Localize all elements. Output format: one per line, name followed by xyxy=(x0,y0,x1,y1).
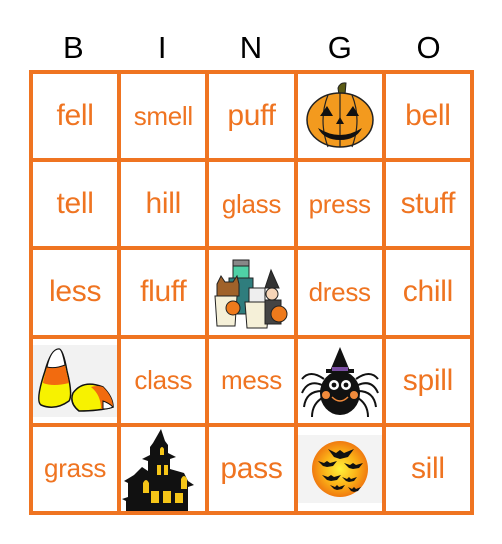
bingo-cell[interactable]: hill xyxy=(119,160,208,249)
header-letter-o: O xyxy=(416,30,441,65)
cell-word: fell xyxy=(56,99,94,133)
header-letter-g: G xyxy=(327,30,352,65)
bingo-cell[interactable]: spill xyxy=(383,336,472,425)
cell-word: chill xyxy=(402,275,453,309)
cell-word: sill xyxy=(410,451,445,485)
cell-word: tell xyxy=(56,187,94,221)
bingo-cell[interactable]: mess xyxy=(207,336,296,425)
bingo-cell[interactable] xyxy=(119,424,208,513)
bingo-cell[interactable]: puff xyxy=(207,72,296,161)
bingo-grid: fell smell puff bell tell hill glass pre… xyxy=(29,70,474,515)
bingo-cell[interactable]: less xyxy=(31,248,120,337)
header-letter-n: N xyxy=(239,30,263,65)
bingo-cell[interactable] xyxy=(295,336,384,425)
spider-witch-hat-icon xyxy=(300,346,379,417)
cell-word: class xyxy=(134,365,193,396)
bingo-cell[interactable]: class xyxy=(119,336,208,425)
bingo-cell[interactable] xyxy=(207,248,296,337)
bingo-cell[interactable]: sill xyxy=(383,424,472,513)
bingo-cell[interactable]: smell xyxy=(119,72,208,161)
bingo-cell[interactable] xyxy=(31,336,120,425)
bingo-header: B I N G O xyxy=(29,26,473,70)
cell-word: spill xyxy=(402,363,453,397)
bingo-cell[interactable]: grass xyxy=(31,424,120,513)
cell-word: bell xyxy=(405,99,451,133)
bingo-cell[interactable]: stuff xyxy=(383,160,472,249)
header-letter-i: I xyxy=(157,30,167,65)
bingo-cell[interactable] xyxy=(295,424,384,513)
bingo-cell[interactable]: bell xyxy=(383,72,472,161)
cell-word: less xyxy=(49,275,102,309)
cell-word: stuff xyxy=(400,187,456,221)
cell-word: fluff xyxy=(140,275,187,309)
bingo-cell[interactable]: fluff xyxy=(119,248,208,337)
candy-corn-icon xyxy=(33,344,118,417)
cell-word: mess xyxy=(221,365,282,396)
bingo-cell[interactable]: pass xyxy=(207,424,296,513)
bingo-cell[interactable]: dress xyxy=(295,248,384,337)
bingo-cell[interactable]: press xyxy=(295,160,384,249)
cell-word: pass xyxy=(220,451,283,485)
bingo-cell[interactable]: glass xyxy=(207,160,296,249)
cell-word: smell xyxy=(133,100,193,131)
cell-word: dress xyxy=(308,276,371,307)
cell-word: grass xyxy=(44,453,107,484)
cell-word: press xyxy=(308,188,371,219)
bingo-cell[interactable]: chill xyxy=(383,248,472,337)
bingo-cell[interactable]: tell xyxy=(31,160,120,249)
bingo-cell[interactable] xyxy=(295,72,384,161)
bats-moon-icon xyxy=(297,434,382,503)
bingo-cell[interactable]: fell xyxy=(31,72,120,161)
cell-word: hill xyxy=(145,187,182,221)
haunted-house-icon xyxy=(122,428,195,511)
cell-word: puff xyxy=(227,99,276,133)
jack-o-lantern-icon xyxy=(305,82,374,148)
header-letter-b: B xyxy=(63,30,84,65)
trick-or-treaters-icon xyxy=(214,259,288,329)
cell-word: glass xyxy=(221,188,282,219)
